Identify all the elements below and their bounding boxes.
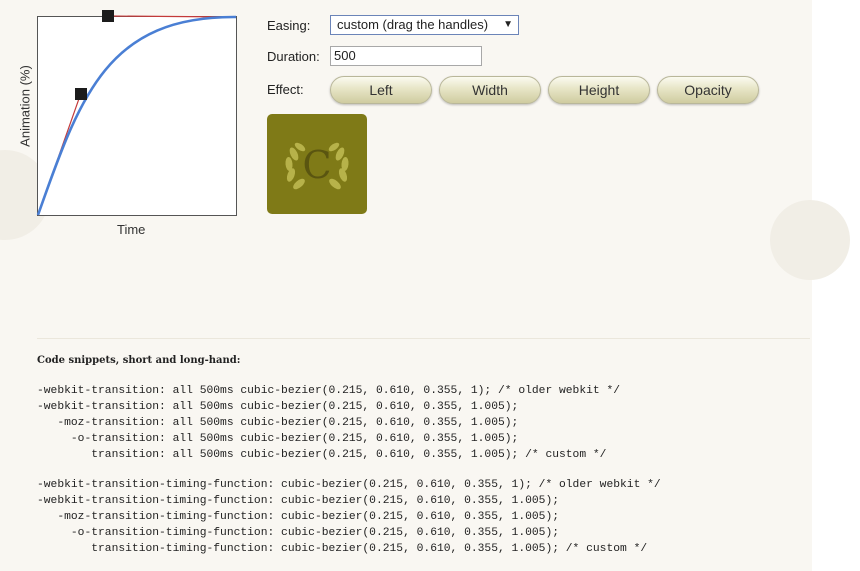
- demo-letter: C: [302, 143, 331, 187]
- duration-label: Duration:: [267, 49, 320, 64]
- x-axis-label: Time: [117, 222, 146, 237]
- bezier-curve-canvas: [36, 15, 237, 216]
- y-axis-label: Animation (%): [17, 65, 33, 147]
- code-line: -webkit-transition: all 500ms cubic-bezi…: [37, 401, 519, 413]
- section-divider: [37, 338, 810, 339]
- code-line: -webkit-transition-timing-function: cubi…: [37, 495, 560, 507]
- code-line: -moz-transition-timing-function: cubic-b…: [37, 511, 560, 523]
- effect-left-button[interactable]: Left: [330, 76, 432, 104]
- background-ornament: [770, 200, 850, 280]
- code-line: -moz-transition: all 500ms cubic-bezier(…: [37, 417, 519, 429]
- duration-input[interactable]: 500: [330, 46, 482, 66]
- bezier-curve: [36, 15, 237, 216]
- code-line: -webkit-transition: all 500ms cubic-bezi…: [37, 385, 621, 397]
- easing-select-value: custom (drag the handles): [337, 17, 489, 32]
- easing-label: Easing:: [267, 18, 311, 33]
- effect-label: Effect:: [267, 82, 304, 97]
- bezier-handle-1[interactable]: [74, 88, 87, 101]
- transition-snippet: -webkit-transition: all 500ms cubic-bezi…: [37, 383, 620, 463]
- dropdown-arrow-icon: ▼: [503, 19, 513, 30]
- animation-demo-box: C: [267, 114, 367, 214]
- easing-select[interactable]: custom (drag the handles) ▼: [330, 15, 519, 35]
- code-line: transition: all 500ms cubic-bezier(0.215…: [37, 449, 607, 461]
- effect-width-button[interactable]: Width: [439, 76, 541, 104]
- bezier-graph: [36, 10, 237, 216]
- code-line: -o-transition: all 500ms cubic-bezier(0.…: [37, 433, 519, 445]
- code-line: -webkit-transition-timing-function: cubi…: [37, 479, 661, 491]
- code-line: transition-timing-function: cubic-bezier…: [37, 543, 648, 555]
- code-line: -o-transition-timing-function: cubic-bez…: [37, 527, 560, 539]
- bezier-handle-2[interactable]: [102, 10, 115, 23]
- snippets-title: Code snippets, short and long-hand:: [37, 355, 241, 366]
- effect-height-button[interactable]: Height: [548, 76, 650, 104]
- timing-function-snippet: -webkit-transition-timing-function: cubi…: [37, 477, 661, 557]
- laurel-wreath-icon: C: [285, 142, 349, 190]
- effect-opacity-button[interactable]: Opacity: [657, 76, 759, 104]
